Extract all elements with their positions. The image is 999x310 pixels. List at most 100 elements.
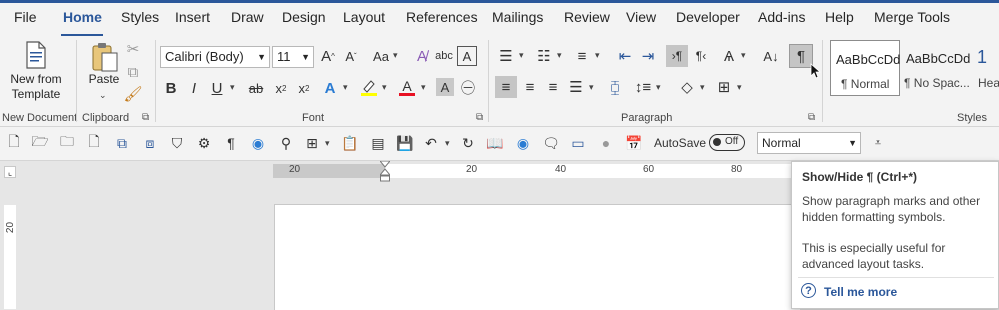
enclose-characters-icon[interactable]: ㊀ [458,78,478,98]
strikethrough-icon[interactable]: ab [246,78,266,98]
shading-caret[interactable]: ▾ [700,82,705,93]
autosave-toggle[interactable]: Off [709,134,745,151]
font-size-dropdown[interactable]: 11 ▼ [272,46,314,68]
borders-caret[interactable]: ▾ [737,82,742,93]
paste-button[interactable]: Paste [84,72,124,87]
tab-review[interactable]: Review [564,9,610,25]
italic-icon[interactable]: I [185,78,203,98]
clipboard-launcher-icon[interactable]: ⧉ [142,112,149,123]
format-painter-icon[interactable]: 🖌 [123,85,142,103]
line-spacing-caret[interactable]: ▾ [656,82,661,93]
tab-file[interactable]: File [14,9,37,25]
comment-icon[interactable]: 🗨 [541,133,561,153]
document-page[interactable] [274,204,800,310]
help-icon[interactable]: ? [801,283,816,298]
font-launcher-icon[interactable]: ⧉ [476,112,483,123]
align-center-icon[interactable]: ≡ [519,76,541,98]
document-map-icon[interactable]: ⧉ [112,133,132,153]
org-chart-icon[interactable]: ⧈ [140,133,160,153]
tab-help[interactable]: Help [825,9,854,25]
text-box-icon[interactable]: ▭ [568,133,588,153]
phonetic-guide-icon[interactable]: abc [434,46,454,66]
paste-dropdown-caret[interactable]: ⌄ [99,90,107,101]
redo-icon[interactable]: ↻ [458,133,478,153]
bullets-icon[interactable]: ☰ [496,46,516,66]
asian-layout-icon[interactable]: Ѧ [718,46,740,66]
form-icon[interactable]: ▤ [368,133,388,153]
bold-icon[interactable]: B [162,78,180,98]
justify-caret[interactable]: ▾ [589,82,594,93]
sort-icon[interactable]: A↓ [760,46,782,66]
bullets-caret[interactable]: ▾ [519,50,524,61]
font-color-icon[interactable]: A [397,76,417,98]
cut-icon[interactable]: ✂ [124,40,142,58]
justify-icon[interactable]: ☰ [565,76,587,98]
undo-icon[interactable]: ↶ [421,133,441,153]
tab-references[interactable]: References [406,9,478,25]
tab-developer[interactable]: Developer [676,9,740,25]
tab-design[interactable]: Design [282,9,326,25]
highlight-caret[interactable]: ▾ [382,82,387,93]
save-icon[interactable]: 💾 [395,133,415,153]
distributed-icon[interactable]: ⧮ [604,76,626,98]
increase-indent-icon[interactable]: ⇥ [638,46,658,66]
tab-view[interactable]: View [626,9,656,25]
blank-page-icon[interactable]: 🗋 [84,133,104,153]
asian-layout-caret[interactable]: ▾ [741,50,746,61]
tab-layout[interactable]: Layout [343,9,385,25]
underline-caret[interactable]: ▾ [230,82,235,93]
record-icon[interactable]: ● [596,133,616,153]
new-document-icon[interactable]: 🗋 [4,133,24,153]
gear-icon[interactable]: ⚙ [194,133,214,153]
text-effects-caret[interactable]: ▾ [343,82,348,93]
rtl-text-direction-icon[interactable]: ¶‹ [691,46,711,66]
grow-font-icon[interactable]: A ^ [318,46,338,66]
tab-styles[interactable]: Styles [121,9,159,25]
table-icon[interactable]: ⊞ [302,133,322,153]
tab-insert[interactable]: Insert [175,9,210,25]
bookmark-icon[interactable]: ⛉ [167,133,187,153]
style-heading[interactable]: 1 Hea [972,40,999,96]
paste-special-icon[interactable]: 📋 [340,133,360,153]
character-shading-icon[interactable]: A [436,78,454,96]
font-color-caret[interactable]: ▾ [421,82,426,93]
font-name-dropdown[interactable]: Calibri (Body) ▼ [160,46,270,68]
style-dropdown[interactable]: Normal ▼ [757,132,861,154]
search-icon[interactable]: ⚲ [276,133,296,153]
change-case-caret[interactable]: ▾ [393,50,398,61]
align-left-icon[interactable]: ≡ [495,76,517,98]
borders-icon[interactable]: ⊞ [713,76,735,98]
table-caret[interactable]: ▾ [325,138,330,149]
paragraph-launcher-icon[interactable]: ⧉ [808,112,815,123]
align-right-icon[interactable]: ≡ [542,76,564,98]
undo-caret[interactable]: ▾ [445,138,450,149]
tell-me-more-link[interactable]: Tell me more [824,285,897,299]
subscript-icon[interactable]: x2 [271,78,291,98]
globe-icon[interactable]: ◉ [513,133,533,153]
multilevel-caret[interactable]: ▾ [595,50,600,61]
change-case-icon[interactable]: Aa [368,46,394,66]
indent-marker-icon[interactable] [378,160,392,183]
text-effects-icon[interactable]: A [320,78,340,98]
multilevel-list-icon[interactable]: ≡ [572,46,592,66]
line-spacing-icon[interactable]: ↕≡ [632,76,654,98]
paragraph-mark-icon[interactable]: ¶ [221,133,241,153]
circle-icon[interactable]: ◉ [248,133,268,153]
style-normal[interactable]: AaBbCcDd ¶ Normal [830,40,900,96]
superscript-icon[interactable]: x2 [294,78,314,98]
shrink-font-icon[interactable]: Aˇ [341,46,361,66]
tab-draw[interactable]: Draw [231,9,264,25]
numbering-icon[interactable]: ☷ [534,46,554,66]
tab-merge-tools[interactable]: Merge Tools [874,9,950,25]
tab-add-ins[interactable]: Add-ins [758,9,805,25]
decrease-indent-icon[interactable]: ⇤ [615,46,635,66]
shading-icon[interactable]: ◇ [676,76,698,98]
folder-icon[interactable]: 🗀 [57,133,77,153]
tab-selector-icon[interactable]: ⌞ [4,166,16,178]
ltr-text-direction-icon[interactable]: ›¶ [666,45,688,67]
new-from-template-button[interactable]: New from Template [4,72,68,102]
highlight-color-icon[interactable] [358,76,380,98]
tab-home[interactable]: Home [63,9,102,25]
numbering-caret[interactable]: ▾ [557,50,562,61]
calendar-icon[interactable]: 📅 [624,133,644,153]
